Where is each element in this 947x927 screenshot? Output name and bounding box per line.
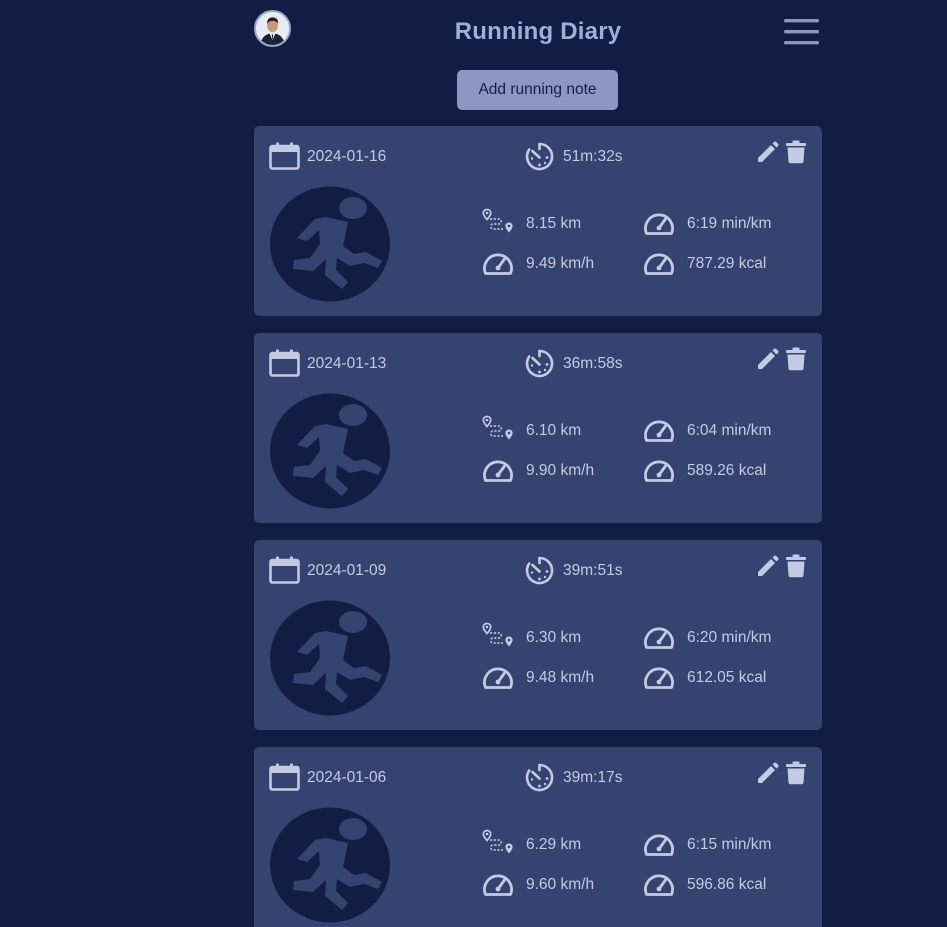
pencil-icon[interactable] [756,348,779,371]
run-distance: 6.10 km [526,422,582,439]
calendar-icon [269,349,300,377]
avatar-photo-icon [256,12,289,45]
route-icon [482,208,513,233]
run-distance: 6.29 km [526,836,582,853]
pencil-icon[interactable] [756,141,779,164]
speedometer-icon [644,420,674,442]
trash-icon[interactable] [785,554,807,578]
runner-icon [270,186,390,302]
run-card: 2024-01-13 36m:58s 6.10 km 6:04 min/km 9… [254,333,822,523]
stopwatch-icon [525,763,554,792]
speedometer-icon [644,253,674,275]
run-calories: 612.05 kcal [687,669,767,686]
run-date: 2024-01-06 [307,769,387,786]
pencil-icon[interactable] [756,555,779,578]
run-date: 2024-01-16 [307,148,387,165]
speedometer-icon [644,627,674,649]
run-card: 2024-01-06 39m:17s 6.29 km 6:15 min/km 9… [254,747,822,927]
run-calories: 596.86 kcal [687,876,767,893]
run-pace: 6:15 min/km [687,836,772,853]
speedometer-icon [644,874,674,896]
speedometer-icon [644,460,674,482]
speedometer-icon [644,834,674,856]
stopwatch-icon [525,556,554,585]
run-speed: 9.60 km/h [526,876,595,893]
running-diary-page: Running Diary Add running note 2024-01-1… [0,0,947,927]
run-pace: 6:19 min/km [687,215,772,232]
run-pace: 6:04 min/km [687,422,772,439]
run-duration: 36m:58s [563,355,623,372]
run-list: 2024-01-16 51m:32s 8.15 km 6:19 min/km 9… [254,126,822,927]
run-duration: 39m:51s [563,562,623,579]
stopwatch-icon [525,142,554,171]
user-avatar[interactable] [254,10,291,47]
run-date: 2024-01-13 [307,355,387,372]
run-speed: 9.90 km/h [526,462,595,479]
route-icon [482,622,513,647]
run-card: 2024-01-09 39m:51s 6.30 km 6:20 min/km 9… [254,540,822,730]
route-icon [482,829,513,854]
runner-icon [270,807,390,923]
runner-icon [270,600,390,716]
app-title: Running Diary [454,18,622,45]
hamburger-menu-icon[interactable] [784,18,820,48]
calendar-icon [269,763,300,791]
calendar-icon [269,142,300,170]
speedometer-icon [483,667,513,689]
pencil-icon[interactable] [756,762,779,785]
run-duration: 51m:32s [563,148,623,165]
run-calories: 589.26 kcal [687,462,767,479]
run-card: 2024-01-16 51m:32s 8.15 km 6:19 min/km 9… [254,126,822,316]
run-duration: 39m:17s [563,769,623,786]
run-speed: 9.49 km/h [526,255,595,272]
speedometer-icon [644,213,674,235]
run-distance: 6.30 km [526,629,582,646]
run-date: 2024-01-09 [307,562,387,579]
trash-icon[interactable] [785,347,807,371]
trash-icon[interactable] [785,761,807,785]
stopwatch-icon [525,349,554,378]
speedometer-icon [644,667,674,689]
run-speed: 9.48 km/h [526,669,595,686]
speedometer-icon [483,874,513,896]
runner-icon [270,393,390,509]
speedometer-icon [483,460,513,482]
run-distance: 8.15 km [526,215,582,232]
route-icon [482,415,513,440]
run-calories: 787.29 kcal [687,255,767,272]
add-running-note-button[interactable]: Add running note [457,70,618,110]
trash-icon[interactable] [785,140,807,164]
speedometer-icon [483,253,513,275]
run-pace: 6:20 min/km [687,629,772,646]
calendar-icon [269,556,300,584]
